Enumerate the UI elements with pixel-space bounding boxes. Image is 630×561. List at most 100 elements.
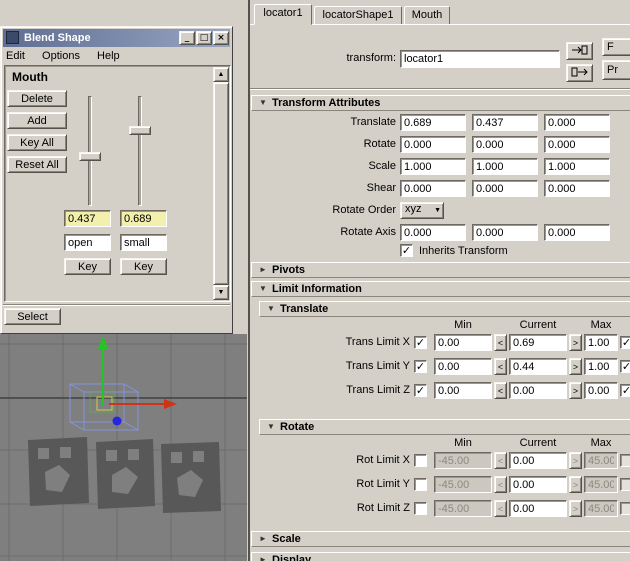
rotate-axis-x-field[interactable] <box>400 224 466 241</box>
scale-y-field[interactable] <box>472 158 538 175</box>
current-field[interactable] <box>509 382 567 399</box>
min-enable-checkbox[interactable]: ✓ <box>414 384 427 397</box>
decrement-button[interactable]: < <box>494 500 507 517</box>
section-pivots[interactable]: ► Pivots <box>251 262 630 278</box>
target-name-field-open[interactable] <box>64 234 111 251</box>
slider-track-small[interactable] <box>138 96 142 206</box>
focus-button[interactable]: F <box>602 38 630 56</box>
maximize-button[interactable]: □ <box>196 31 212 45</box>
max-enable-checkbox[interactable] <box>620 478 630 491</box>
section-title: Scale <box>272 533 301 545</box>
blend-shape-titlebar[interactable]: Blend Shape _ □ × <box>3 29 230 47</box>
increment-button[interactable]: > <box>569 500 582 517</box>
increment-button[interactable]: > <box>569 334 582 351</box>
menu-options[interactable]: Options <box>35 47 87 63</box>
decrement-button[interactable]: < <box>494 382 507 399</box>
current-field[interactable] <box>509 358 567 375</box>
rotate-order-select[interactable]: xyz ▼ <box>400 202 444 219</box>
min-enable-checkbox[interactable]: ✓ <box>414 336 427 349</box>
shear-x-field[interactable] <box>400 180 466 197</box>
transform-name-field[interactable] <box>400 50 560 68</box>
rotate-axis-y-field[interactable] <box>472 224 538 241</box>
weight-field-open[interactable] <box>64 210 111 227</box>
copy-tab-icon-button[interactable] <box>566 64 593 82</box>
shear-y-field[interactable] <box>472 180 538 197</box>
translate-y-field[interactable] <box>472 114 538 131</box>
add-button[interactable]: Add <box>7 112 67 129</box>
slider-track-open[interactable] <box>88 96 92 206</box>
min-field[interactable] <box>434 382 492 399</box>
min-enable-checkbox[interactable] <box>414 478 427 491</box>
tab-locatorshape1[interactable]: locatorShape1 <box>314 6 402 25</box>
close-button[interactable]: × <box>213 31 229 45</box>
decrement-button[interactable]: < <box>494 334 507 351</box>
select-button[interactable]: Select <box>4 308 61 325</box>
inherits-transform-checkbox[interactable]: ✓ <box>400 244 413 257</box>
min-enable-checkbox[interactable] <box>414 454 427 467</box>
key-all-button[interactable]: Key All <box>7 134 67 151</box>
key-button-small[interactable]: Key <box>120 258 167 275</box>
current-field[interactable] <box>509 452 567 469</box>
target-name-field-small[interactable] <box>120 234 167 251</box>
3d-viewport[interactable] <box>0 334 247 561</box>
max-field[interactable] <box>584 334 618 351</box>
presets-button[interactable]: Pr <box>602 60 630 80</box>
min-field[interactable] <box>434 334 492 351</box>
rotate-axis-z-field[interactable] <box>544 224 610 241</box>
subsection-translate-limits[interactable]: ▼ Translate <box>259 301 630 317</box>
min-enable-checkbox[interactable]: ✓ <box>414 360 427 373</box>
current-field[interactable] <box>509 334 567 351</box>
z-axis-handle[interactable] <box>113 417 122 426</box>
increment-button[interactable]: > <box>569 358 582 375</box>
menu-edit[interactable]: Edit <box>3 47 32 63</box>
section-limit-information[interactable]: ▼ Limit Information <box>251 281 630 297</box>
max-field[interactable] <box>584 358 618 375</box>
subsection-rotate-limits[interactable]: ▼ Rotate <box>259 419 630 435</box>
scale-x-field[interactable] <box>400 158 466 175</box>
menu-help[interactable]: Help <box>90 47 127 63</box>
increment-button[interactable]: > <box>569 452 582 469</box>
slider-handle-small[interactable] <box>129 126 151 135</box>
pin-tab-icon-button[interactable] <box>566 42 593 60</box>
delete-button[interactable]: Delete <box>7 90 67 107</box>
section-title: Display <box>272 554 311 561</box>
max-enable-checkbox[interactable] <box>620 502 630 515</box>
max-field[interactable] <box>584 382 618 399</box>
scrollbar-thumb[interactable] <box>213 82 229 285</box>
section-scale[interactable]: ► Scale <box>251 531 630 547</box>
rotate-x-field[interactable] <box>400 136 466 153</box>
max-enable-checkbox[interactable]: ✓ <box>620 360 630 373</box>
rotate-y-field[interactable] <box>472 136 538 153</box>
decrement-button[interactable]: < <box>494 452 507 469</box>
increment-button[interactable]: > <box>569 382 582 399</box>
max-enable-checkbox[interactable]: ✓ <box>620 384 630 397</box>
increment-button[interactable]: > <box>569 476 582 493</box>
translate-x-field[interactable] <box>400 114 466 131</box>
face-meshes[interactable] <box>28 437 221 513</box>
section-transform-attributes[interactable]: ▼ Transform Attributes <box>251 95 630 111</box>
translate-z-field[interactable] <box>544 114 610 131</box>
tab-locator1[interactable]: locator1 <box>254 4 312 25</box>
scale-z-field[interactable] <box>544 158 610 175</box>
current-field[interactable] <box>509 476 567 493</box>
reset-all-button[interactable]: Reset All <box>7 156 67 173</box>
rotate-z-field[interactable] <box>544 136 610 153</box>
section-display[interactable]: ► Display <box>251 552 630 561</box>
key-button-open[interactable]: Key <box>64 258 111 275</box>
section-collapsed-icon: ► <box>259 535 267 543</box>
slider-handle-open[interactable] <box>79 152 101 161</box>
max-enable-checkbox[interactable] <box>620 454 630 467</box>
vertical-scrollbar[interactable]: ▲ ▼ <box>213 67 229 300</box>
min-enable-checkbox[interactable] <box>414 502 427 515</box>
weight-field-small[interactable] <box>120 210 167 227</box>
current-field[interactable] <box>509 500 567 517</box>
minimize-button[interactable]: _ <box>179 31 195 45</box>
max-enable-checkbox[interactable]: ✓ <box>620 336 630 349</box>
decrement-button[interactable]: < <box>494 358 507 375</box>
shear-z-field[interactable] <box>544 180 610 197</box>
min-field[interactable] <box>434 358 492 375</box>
decrement-button[interactable]: < <box>494 476 507 493</box>
scroll-up-icon[interactable]: ▲ <box>213 67 229 82</box>
scroll-down-icon[interactable]: ▼ <box>213 285 229 300</box>
tab-mouth[interactable]: Mouth <box>404 6 450 25</box>
